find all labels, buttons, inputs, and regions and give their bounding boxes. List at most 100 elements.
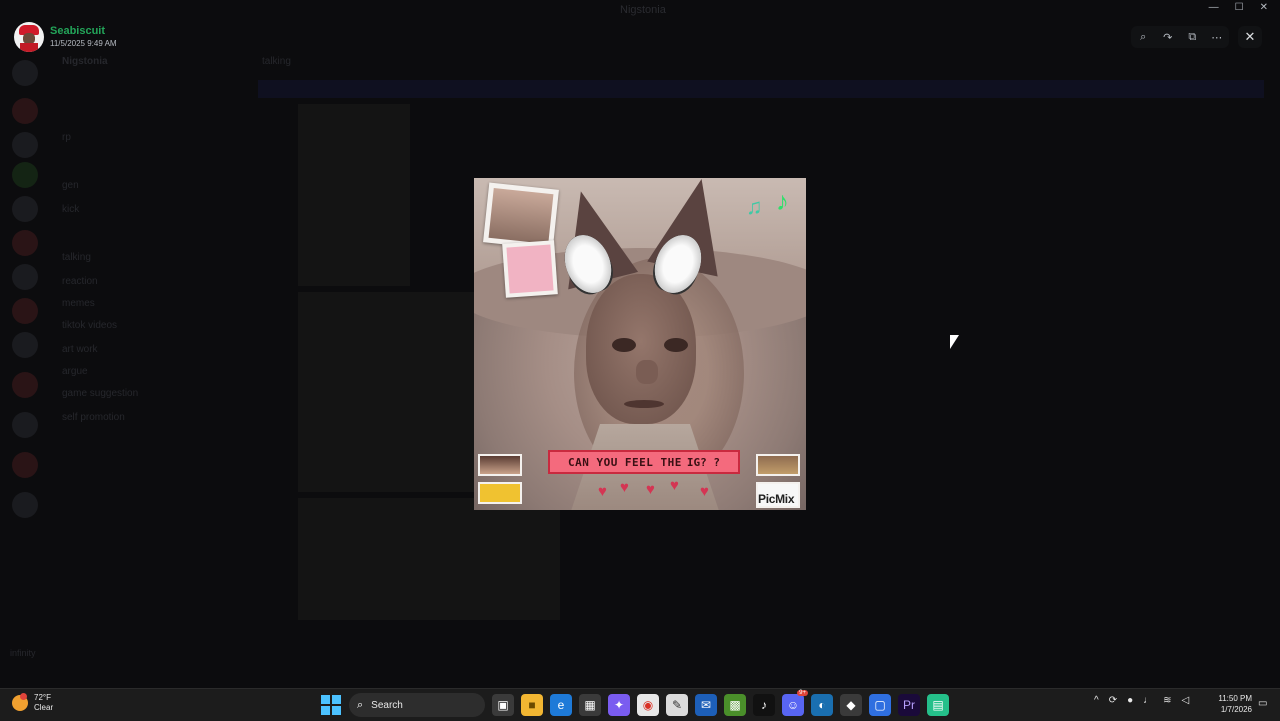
- server-rail: [0, 52, 50, 682]
- channel-item: game suggestion: [62, 388, 139, 399]
- copilot-icon[interactable]: ✦: [608, 694, 630, 716]
- microphone-icon[interactable]: ♩: [1143, 695, 1153, 706]
- time: 11:50 PM: [1218, 694, 1252, 703]
- task-view-icon[interactable]: ▣: [492, 694, 514, 716]
- wifi-icon[interactable]: ≋: [1163, 695, 1171, 706]
- notification-icon[interactable]: ▭: [1258, 698, 1267, 709]
- note-icon: ♫: [746, 194, 763, 219]
- maximize-icon[interactable]: ☐: [1235, 2, 1244, 13]
- premiere-icon[interactable]: Pr: [898, 694, 920, 716]
- weather-text: 72°F Clear: [34, 693, 53, 713]
- avatar[interactable]: [14, 22, 44, 52]
- heart-icon: ♥: [620, 479, 629, 496]
- chevron-up-icon[interactable]: ^: [1094, 695, 1099, 706]
- open-external-icon[interactable]: ⧉: [1183, 28, 1201, 46]
- server-icon: [12, 492, 38, 518]
- channel-item: self promotion: [62, 412, 125, 423]
- eye-right: [664, 338, 688, 352]
- search-icon: ⌕: [357, 698, 364, 711]
- author-meta: Seabiscuit 11/5/2025 9:49 AM: [50, 25, 117, 49]
- channel-item: argue: [62, 366, 88, 377]
- weather-badge: [20, 693, 27, 700]
- background-image: [298, 104, 410, 286]
- caption-banner: CAN YOU FEEL THE IG? ?: [548, 450, 740, 474]
- nose: [636, 360, 658, 384]
- search-placeholder: Search: [371, 699, 403, 711]
- mail-icon[interactable]: ✉: [695, 694, 717, 716]
- notice-bar: [258, 80, 1264, 98]
- channel-item: kick: [62, 204, 80, 215]
- pink-album-photo: [502, 240, 558, 298]
- weather-icon: [12, 693, 28, 711]
- window-controls: — ☐ ✕: [1209, 2, 1268, 13]
- volume-icon[interactable]: ◁: [1182, 695, 1190, 706]
- timestamp: 11/5/2025 9:49 AM: [50, 39, 117, 48]
- discord-badge: 9+: [797, 690, 808, 696]
- minimize-icon[interactable]: —: [1209, 2, 1219, 13]
- channel-item: tiktok videos: [62, 320, 118, 331]
- heart-icon: ♥: [700, 483, 709, 500]
- channel-item: rp: [62, 132, 71, 143]
- sync-icon[interactable]: ⟳: [1109, 695, 1117, 706]
- username[interactable]: Seabiscuit: [50, 25, 117, 38]
- app-tray-icon[interactable]: ●: [1127, 695, 1133, 706]
- more-icon[interactable]: ⋯: [1208, 28, 1226, 46]
- browser-icon[interactable]: ◐: [811, 694, 833, 716]
- edge-icon[interactable]: e: [550, 694, 572, 716]
- viewer-toolbar: ⌕ ↷ ⧉ ⋯: [1131, 26, 1229, 48]
- sticker-thumb: [756, 454, 800, 476]
- background-image: [298, 292, 478, 492]
- background-image: [298, 498, 560, 620]
- chat-header: talking: [262, 56, 291, 67]
- server-icon: [12, 162, 38, 188]
- date: 1/7/2026: [1220, 705, 1252, 714]
- close-viewer-button[interactable]: ✕: [1238, 26, 1262, 48]
- music-notes-icon: ♫ ♪: [746, 186, 802, 230]
- note-icon: ♪: [776, 186, 789, 216]
- roblox-icon[interactable]: ◆: [840, 694, 862, 716]
- channel-item: art work: [62, 344, 98, 355]
- heart-icon: ♥: [598, 483, 607, 500]
- photo-content: [506, 244, 554, 294]
- app-icon[interactable]: ▢: [869, 694, 891, 716]
- start-button[interactable]: [320, 694, 342, 716]
- taskbar-search[interactable]: ⌕ Search: [349, 693, 485, 717]
- clock[interactable]: 11:50 PM 1/7/2026: [1212, 693, 1252, 715]
- sticker-thumb: [478, 454, 522, 476]
- server-icon: [12, 196, 38, 222]
- picmix-watermark: PicMix: [758, 492, 795, 506]
- taskbar-apps: ⌕ Search ▣ ■ e ▦ ✦ ◉ ✎ ✉ ▩ ♪ ☺ 9+ ◐ ◆ ▢ P…: [320, 690, 949, 717]
- sticker-thumb: [478, 482, 522, 504]
- caption-text: CAN YOU FEEL THE: [567, 455, 682, 469]
- server-icon: [12, 332, 38, 358]
- forward-icon[interactable]: ↷: [1159, 28, 1177, 46]
- heart-icon: ♥: [646, 481, 655, 498]
- viewer-author: Seabiscuit 11/5/2025 9:49 AM: [14, 22, 117, 52]
- heart-icon: ♥: [670, 477, 679, 494]
- server-name: Nigstonia: [62, 56, 108, 67]
- viewed-image[interactable]: ♫ ♪ PicMix CAN YOU FEEL THE IG? ? ♥ ♥ ♥ …: [474, 178, 806, 510]
- eye-left: [612, 338, 636, 352]
- twitch-icon[interactable]: ▤: [927, 694, 949, 716]
- weather-widget[interactable]: 72°F Clear: [12, 693, 53, 713]
- photo-content: [488, 188, 554, 244]
- store-icon[interactable]: ▦: [579, 694, 601, 716]
- server-icon: [12, 264, 38, 290]
- window-title: Nigstonia: [620, 4, 666, 16]
- close-window-icon[interactable]: ✕: [1260, 2, 1268, 13]
- mouth: [624, 400, 664, 408]
- taskbar: 72°F Clear ⌕ Search ▣ ■ e ▦ ✦ ◉ ✎ ✉ ▩ ♪ …: [0, 688, 1280, 721]
- server-icon: [12, 452, 38, 478]
- server-icon: [12, 132, 38, 158]
- file-explorer-icon[interactable]: ■: [521, 694, 543, 716]
- server-icon: [12, 298, 38, 324]
- discord-icon[interactable]: ☺ 9+: [782, 690, 808, 716]
- notes-app-icon[interactable]: ✎: [666, 694, 688, 716]
- minecraft-icon[interactable]: ▩: [724, 694, 746, 716]
- chrome-icon[interactable]: ◉: [637, 694, 659, 716]
- tiktok-icon[interactable]: ♪: [753, 694, 775, 716]
- zoom-icon[interactable]: ⌕: [1134, 28, 1152, 46]
- channel-item: gen: [62, 180, 79, 191]
- system-tray: ^ ⟳ ● ♩ ≋ ◁: [1094, 695, 1189, 706]
- channel-item: talking: [62, 252, 91, 263]
